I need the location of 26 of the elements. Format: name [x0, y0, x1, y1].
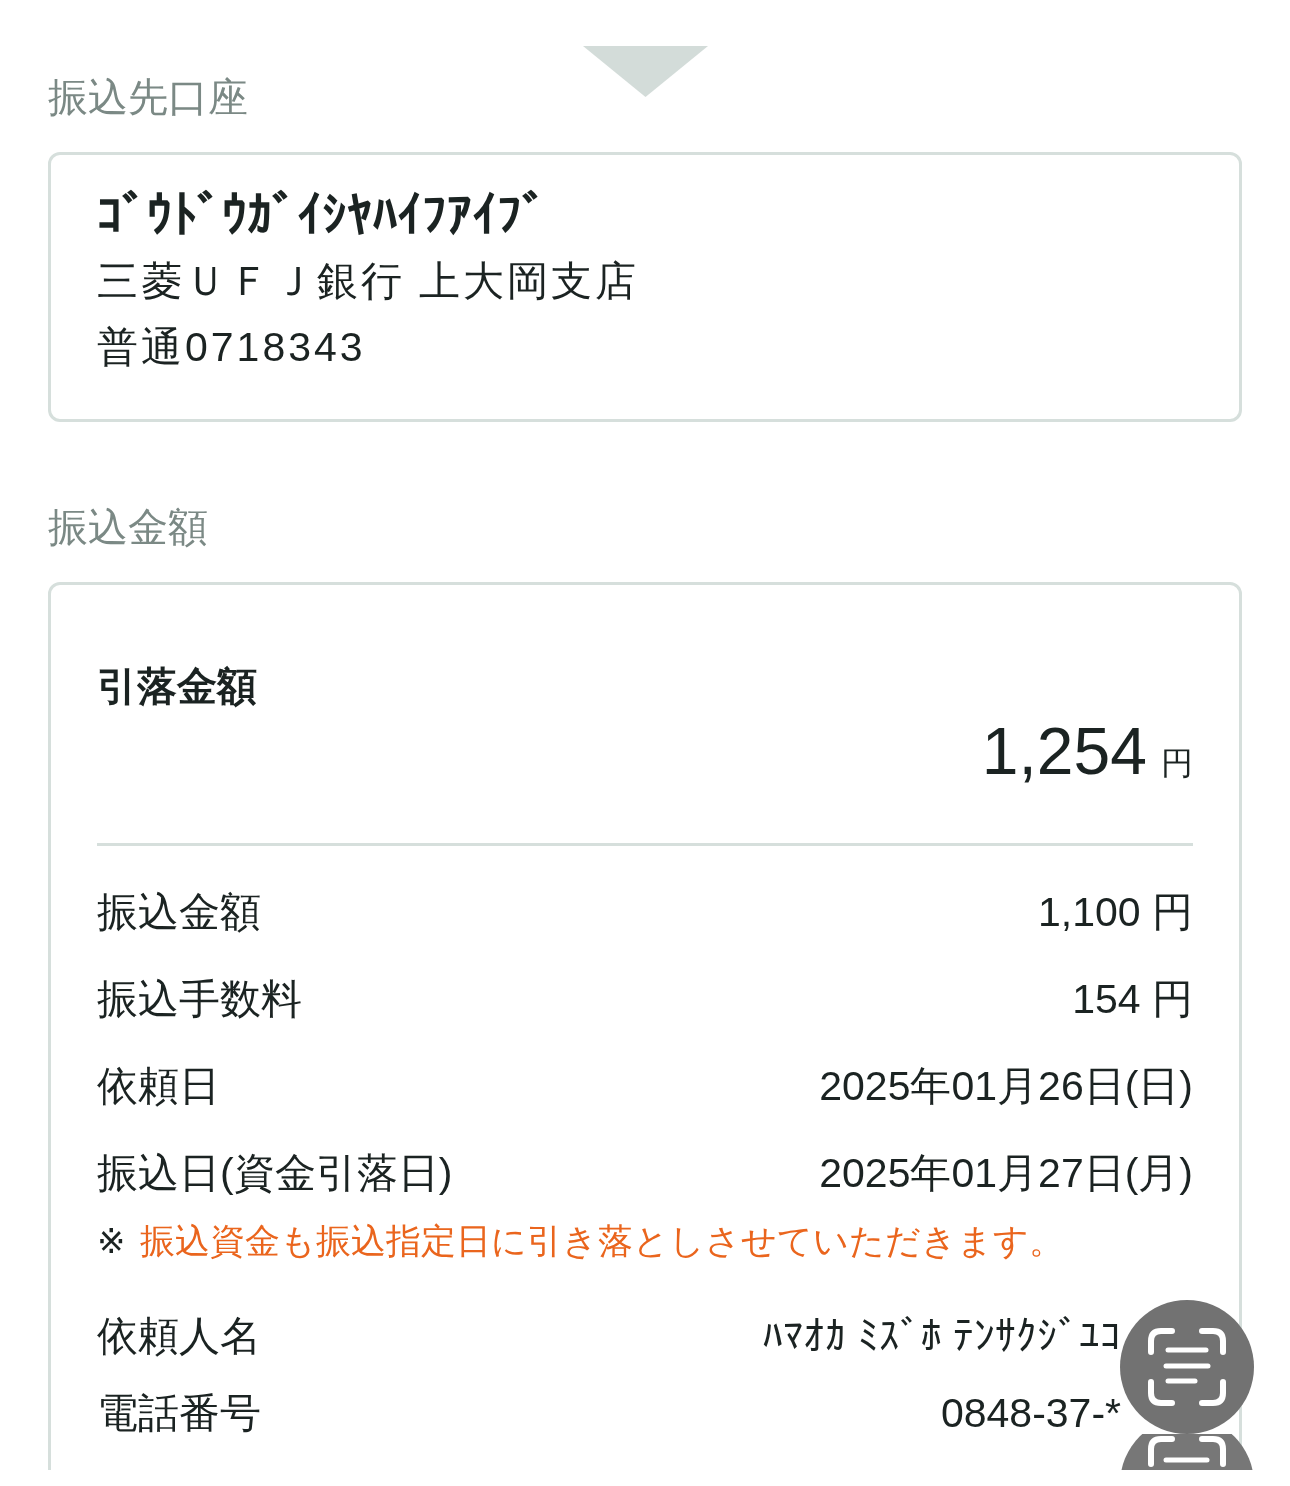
section-title: 振込金額 — [48, 504, 208, 551]
detail-label: 依頼日 — [97, 1061, 220, 1111]
document-scan-icon — [1148, 1436, 1226, 1467]
account-number: 普通0718343 — [97, 323, 366, 372]
down-triangle-icon — [582, 46, 708, 97]
total-amount: 1,254 — [981, 713, 1147, 790]
detail-label: 依頼人名 — [97, 1311, 261, 1361]
detail-value: 1,100 円 — [1038, 887, 1193, 937]
detail-value: 2025年01月27日(月) — [819, 1148, 1193, 1198]
note-text: 振込資金も振込指定日に引き落としさせていただきます。 — [139, 1220, 1064, 1262]
scan-button[interactable] — [1120, 1434, 1254, 1470]
detail-value: 0848-37-* — [940, 1388, 1121, 1438]
note-mark: ※ — [97, 1221, 126, 1262]
currency-unit: 円 — [1161, 744, 1193, 783]
total-label: 引落金額 — [97, 663, 257, 710]
bank-branch: 三菱ＵＦＪ銀行 上大岡支店 — [97, 257, 640, 306]
account-holder-name: ｺﾞｳﾄﾞｳｶﾞｲｼﾔﾊｲﾌｱｲﾌﾞ — [97, 186, 547, 245]
detail-label: 振込日(資金引落日) — [97, 1148, 453, 1198]
detail-value: 2025年01月26日(日) — [819, 1061, 1193, 1111]
detail-label: 振込金額 — [97, 887, 261, 937]
detail-label: 振込手数料 — [97, 974, 302, 1024]
detail-label: 電話番号 — [97, 1388, 261, 1438]
detail-value: 154 円 — [1072, 974, 1193, 1024]
detail-value: ﾊﾏｵｶ ﾐｽﾞﾎ ﾃﾝｻｸｼﾞﾕｺ — [762, 1311, 1121, 1361]
section-title: 振込先口座 — [48, 74, 248, 121]
document-scan-icon — [1148, 1328, 1226, 1406]
